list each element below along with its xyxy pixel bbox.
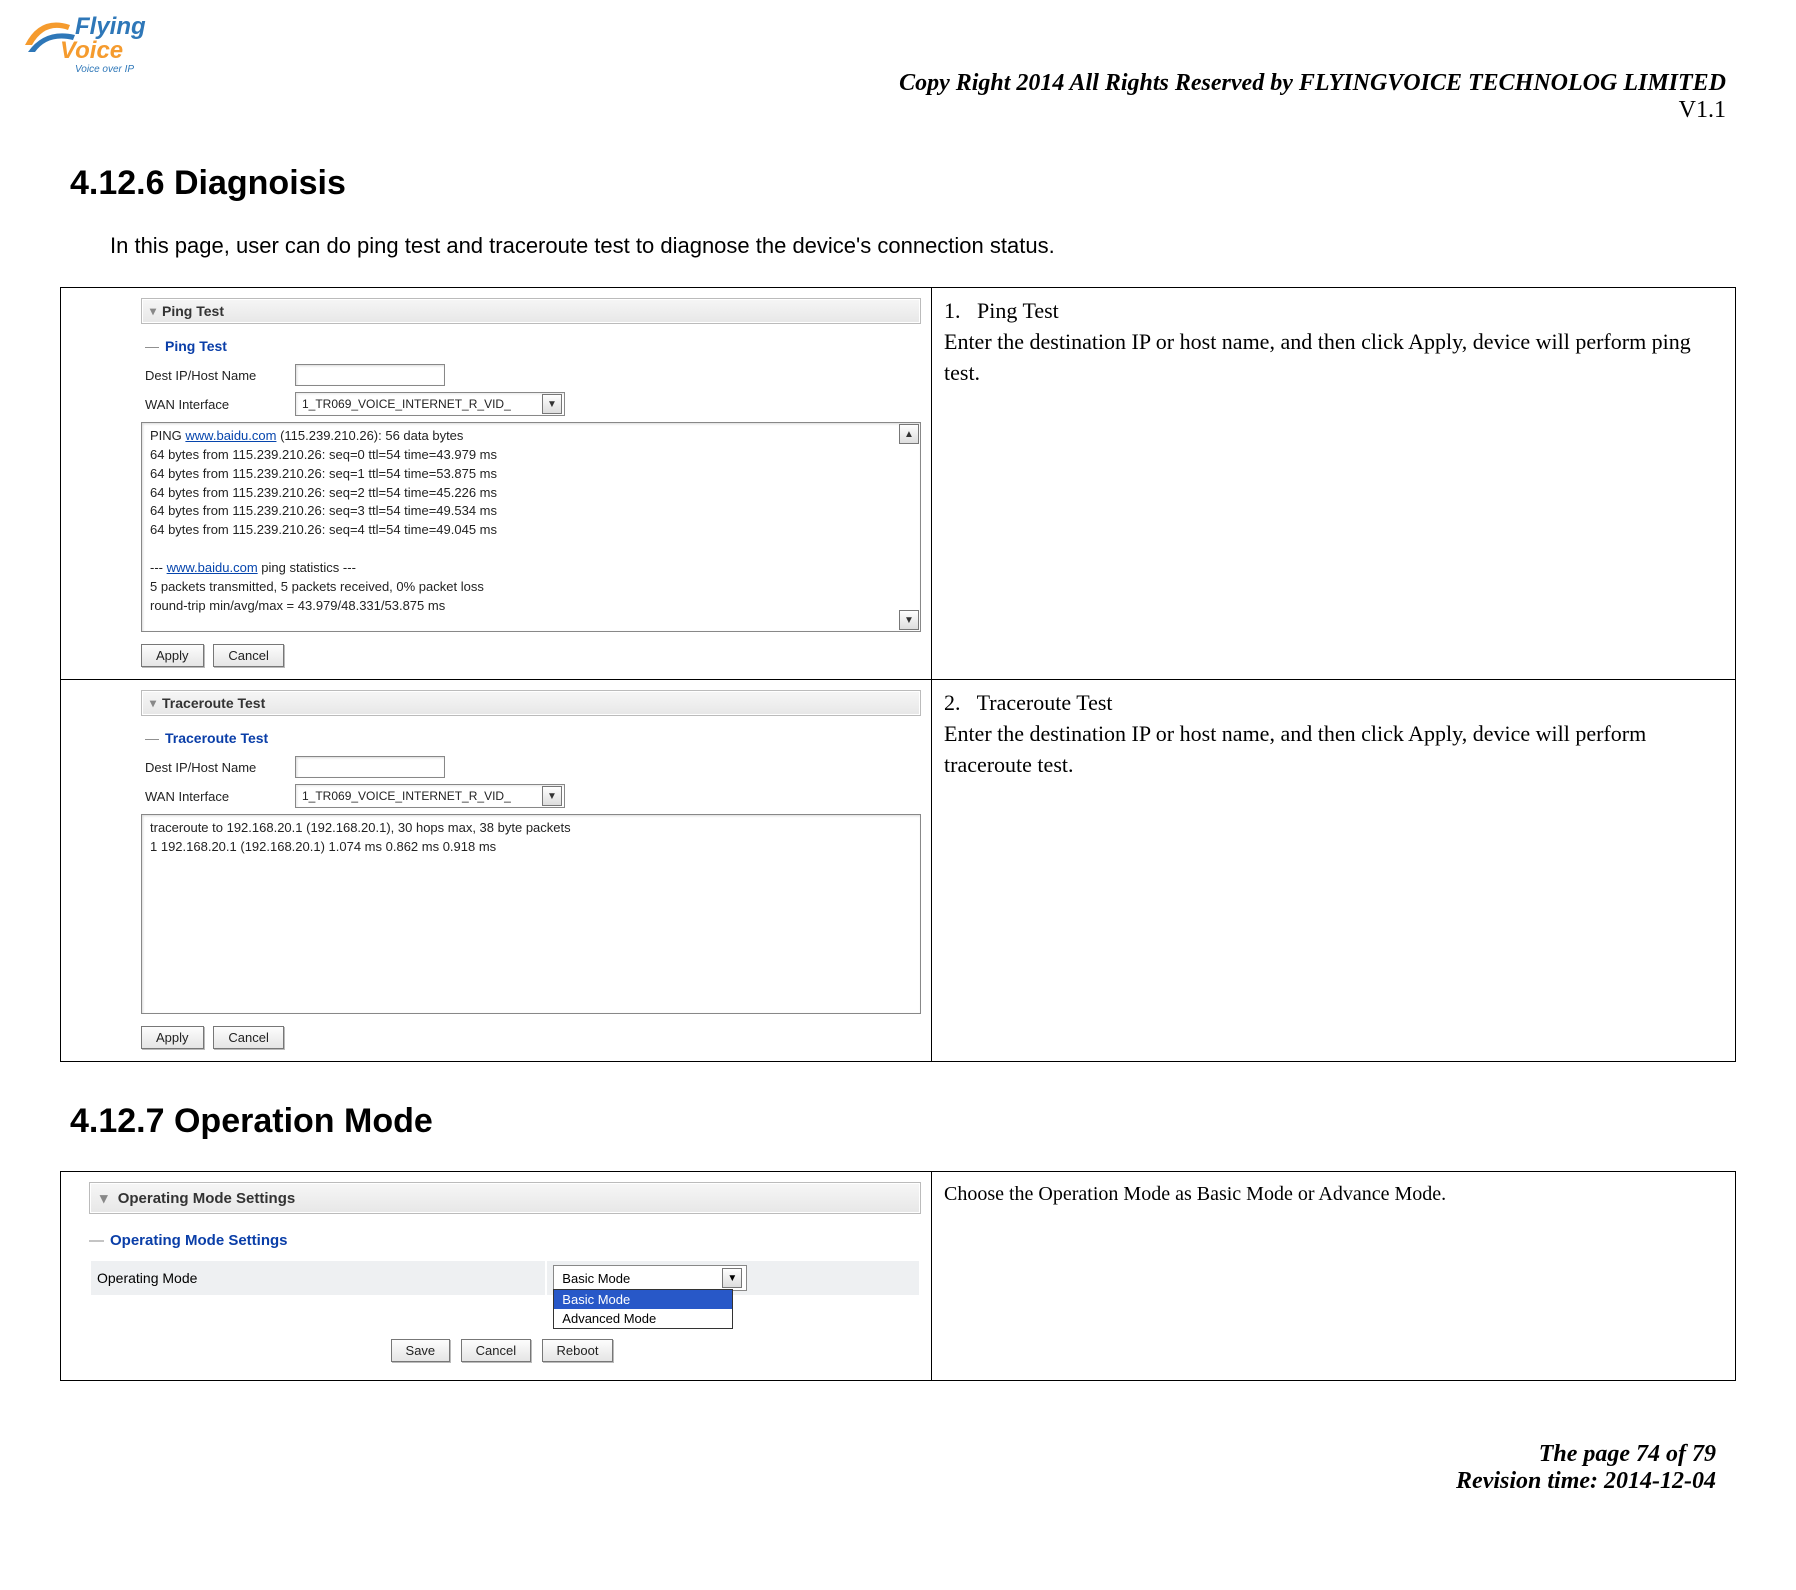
trace-desc-title: Traceroute Test	[977, 690, 1113, 715]
ping-desc-title: Ping Test	[977, 298, 1059, 323]
opmode-option-advanced[interactable]: Advanced Mode	[554, 1309, 732, 1328]
opmode-cancel-button[interactable]: Cancel	[461, 1339, 531, 1362]
opmode-panel: ▾ Operating Mode Settings — Operating Mo…	[61, 1172, 931, 1380]
opmode-select[interactable]: Basic Mode ▼	[553, 1265, 747, 1291]
section-heading-operation-mode: 4.12.7 Operation Mode	[70, 1102, 1736, 1141]
chevron-down-icon: ▾	[100, 1190, 108, 1207]
opmode-subtitle: — Operating Mode Settings	[89, 1232, 921, 1249]
diagnosis-table: ▾ Ping Test — Ping Test Dest IP/Host Nam…	[60, 287, 1736, 1062]
trace-wan-select[interactable]: 1_TR069_VOICE_INTERNET_R_VID_ ▼	[295, 784, 565, 808]
dash-icon: —	[89, 1232, 104, 1249]
ping-panel-title: Ping Test	[162, 303, 224, 319]
dropdown-arrow-icon: ▼	[542, 786, 562, 806]
traceroute-subtitle: — Traceroute Test	[145, 730, 921, 746]
ping-wan-select[interactable]: 1_TR069_VOICE_INTERNET_R_VID_ ▼	[295, 392, 565, 416]
trace-cancel-button[interactable]: Cancel	[213, 1026, 283, 1049]
copyright-text: Copy Right 2014 All Rights Reserved by F…	[60, 70, 1726, 97]
ping-subtitle: — Ping Test	[145, 338, 921, 354]
svg-text:Voice over IP: Voice over IP	[75, 64, 134, 75]
ping-desc-body: Enter the destination IP or host name, a…	[944, 329, 1691, 385]
chevron-down-icon: ▾	[150, 696, 156, 710]
trace-desc-body: Enter the destination IP or host name, a…	[944, 721, 1646, 777]
dash-icon: —	[145, 730, 159, 746]
opmode-save-button[interactable]: Save	[391, 1339, 451, 1362]
opmode-panel-titlebar: ▾ Operating Mode Settings	[89, 1182, 921, 1214]
version-text: V1.1	[60, 97, 1726, 124]
header-right: Copy Right 2014 All Rights Reserved by F…	[60, 20, 1736, 124]
svg-text:Flying: Flying	[75, 13, 146, 40]
trace-wan-label: WAN Interface	[145, 789, 295, 804]
section-heading-diagnosis: 4.12.6 Diagnoisis	[70, 164, 1736, 203]
trace-dest-label: Dest IP/Host Name	[145, 760, 295, 775]
logo: Flying Voice Voice over IP	[20, 10, 160, 80]
scroll-up-icon[interactable]: ▲	[899, 424, 919, 444]
footer-revision: Revision time: 2014-12-04	[60, 1468, 1716, 1495]
opmode-reboot-button[interactable]: Reboot	[542, 1339, 614, 1362]
traceroute-panel-title: Traceroute Test	[162, 695, 265, 711]
ping-dest-input[interactable]	[295, 364, 445, 386]
scroll-down-icon[interactable]: ▼	[899, 610, 919, 630]
flyingvoice-logo-icon: Flying Voice Voice over IP	[20, 10, 160, 80]
opmode-row-label: Operating Mode	[91, 1261, 545, 1295]
trace-output-box: traceroute to 192.168.20.1 (192.168.20.1…	[141, 814, 921, 1014]
ping-output-box: PING www.baidu.com (115.239.210.26): 56 …	[141, 422, 921, 632]
ping-wan-label: WAN Interface	[145, 397, 295, 412]
ping-dest-label: Dest IP/Host Name	[145, 368, 295, 383]
dash-icon: —	[145, 338, 159, 354]
opmode-desc: Choose the Operation Mode as Basic Mode …	[944, 1183, 1446, 1205]
diagnosis-intro: In this page, user can do ping test and …	[110, 233, 1736, 259]
opmode-option-basic[interactable]: Basic Mode	[554, 1290, 732, 1309]
ping-apply-button[interactable]: Apply	[141, 644, 204, 667]
svg-text:Voice: Voice	[60, 37, 123, 64]
ping-cancel-button[interactable]: Cancel	[213, 644, 283, 667]
dropdown-arrow-icon: ▼	[542, 394, 562, 414]
trace-dest-input[interactable]	[295, 756, 445, 778]
operation-mode-table: ▾ Operating Mode Settings — Operating Mo…	[60, 1171, 1736, 1381]
traceroute-panel-titlebar: ▾ Traceroute Test	[141, 690, 921, 716]
dropdown-arrow-icon: ▼	[722, 1268, 742, 1288]
ping-desc-num: 1.	[944, 298, 961, 323]
opmode-dropdown-list: Basic Mode Advanced Mode	[553, 1289, 733, 1329]
chevron-down-icon: ▾	[150, 304, 156, 318]
footer-page: The page 74 of 79	[60, 1441, 1716, 1468]
ping-panel: ▾ Ping Test — Ping Test Dest IP/Host Nam…	[61, 288, 931, 679]
trace-desc-num: 2.	[944, 690, 961, 715]
trace-apply-button[interactable]: Apply	[141, 1026, 204, 1049]
ping-panel-titlebar: ▾ Ping Test	[141, 298, 921, 324]
traceroute-panel: ▾ Traceroute Test — Traceroute Test Dest…	[61, 680, 931, 1061]
footer: The page 74 of 79 Revision time: 2014-12…	[60, 1411, 1736, 1505]
